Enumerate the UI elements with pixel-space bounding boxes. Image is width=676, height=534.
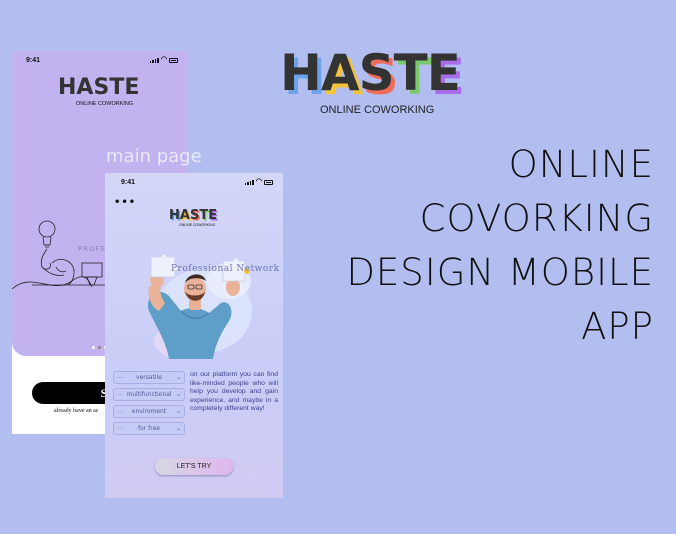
- description-text: on our platform you can find like-minded…: [190, 371, 278, 413]
- status-icons: ◠: [149, 56, 178, 63]
- headline-line: COVORKING: [419, 197, 654, 240]
- character-illustration: [148, 253, 252, 359]
- battery-icon: [264, 179, 273, 185]
- logo-letter: H: [169, 209, 180, 222]
- option-dropdown[interactable]: — for free ⌄: [113, 422, 185, 435]
- front-phone-screen: 9:41 ◠ ••• H A S T E ONLINE COWORKING: [105, 173, 283, 498]
- option-label: multifunctional: [126, 391, 172, 398]
- back-screen-logo: H A S T E ONLINE COWORKING: [58, 77, 139, 108]
- feature-options: — versatile ⌄ — multifunctional ⌄ — envi…: [113, 371, 185, 435]
- front-logo-wordmark: H A S T E: [169, 209, 217, 222]
- signal-icon: [244, 179, 254, 185]
- menu-dots-icon[interactable]: •••: [114, 197, 136, 208]
- back-logo-tagline: ONLINE COWORKING: [76, 101, 134, 107]
- carousel-dot[interactable]: [92, 346, 95, 349]
- brand-wordmark: H A S T E: [280, 48, 470, 98]
- logo-letter: A: [180, 209, 190, 222]
- option-dropdown[interactable]: — enviroment ⌄: [113, 405, 185, 418]
- lets-try-button[interactable]: LET'S TRY: [155, 458, 233, 475]
- back-logo-wordmark: H A S T E: [58, 77, 139, 99]
- logo-letter: H: [280, 48, 322, 98]
- already-have-account-link[interactable]: already have an ac: [54, 408, 98, 414]
- logo-letter: A: [76, 77, 93, 99]
- chevron-down-icon: ⌄: [175, 374, 181, 381]
- option-label: enviroment: [131, 408, 167, 415]
- option-label: versatile: [136, 374, 162, 381]
- headline-line: APP: [581, 305, 654, 348]
- status-bar: 9:41 ◠: [105, 178, 283, 191]
- screen-label: main page: [106, 146, 202, 167]
- chevron-down-icon: ⌄: [175, 408, 181, 415]
- headline-line: DESIGN MOBILE: [346, 251, 654, 294]
- option-label: for free: [138, 425, 160, 432]
- option-dropdown[interactable]: — multifunctional ⌄: [113, 388, 185, 401]
- front-screen-logo: H A S T E ONLINE COWORKING: [169, 209, 217, 227]
- logo-letter: S: [359, 48, 395, 98]
- chevron-down-icon: ⌄: [175, 425, 181, 432]
- signal-icon: [149, 57, 159, 63]
- headline: ONLINE COVORKING DESIGN MOBILE APP: [314, 138, 654, 354]
- status-icons: ◠: [244, 178, 273, 185]
- logo-letter: S: [93, 77, 109, 99]
- logo-letter: A: [321, 48, 360, 98]
- logo-letter: T: [109, 77, 124, 99]
- status-time: 9:41: [26, 57, 41, 64]
- carousel-dot[interactable]: [98, 346, 101, 349]
- logo-letter: E: [208, 209, 217, 222]
- logo-letter: S: [190, 209, 199, 222]
- brand-logo: H A S T E ONLINE COWORKING: [280, 48, 470, 120]
- logo-letter: E: [124, 77, 139, 99]
- front-logo-tagline: ONLINE COWORKING: [179, 223, 216, 227]
- headline-line: ONLINE: [508, 143, 654, 186]
- logo-letter: E: [427, 48, 461, 98]
- wifi-icon: ◠: [160, 56, 167, 63]
- option-dropdown[interactable]: — versatile ⌄: [113, 371, 185, 384]
- logo-letter: H: [58, 77, 76, 99]
- section-heading: Professional Network: [171, 264, 280, 274]
- logo-letter: T: [199, 209, 208, 222]
- status-bar: 9:41 ◠: [12, 56, 188, 69]
- logo-letter: T: [394, 48, 428, 98]
- wifi-icon: ◠: [255, 178, 262, 185]
- status-time: 9:41: [121, 179, 136, 186]
- battery-icon: [169, 57, 178, 63]
- brand-tagline: ONLINE COWORKING: [320, 104, 435, 116]
- chevron-down-icon: ⌄: [175, 391, 181, 398]
